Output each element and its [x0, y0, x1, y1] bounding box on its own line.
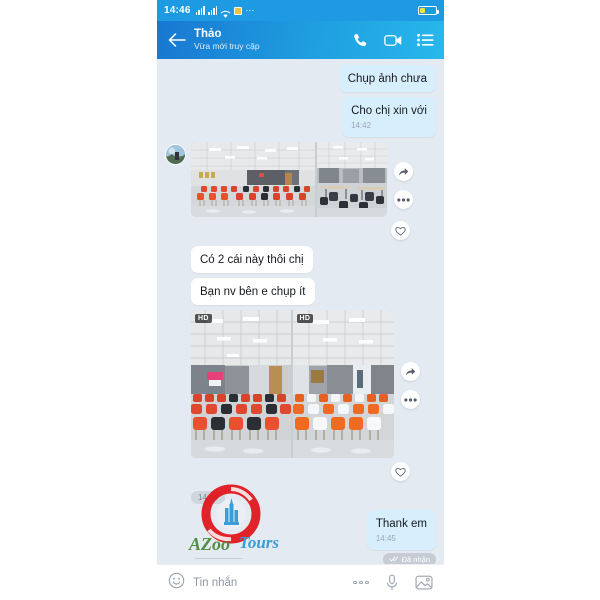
- photo-thumbnail[interactable]: [316, 142, 387, 217]
- status-overflow-dots-icon: ⋯: [245, 5, 255, 15]
- message-receipt-row: Đã nhận: [165, 553, 436, 564]
- photo-thumbnail[interactable]: [191, 142, 315, 217]
- message-input[interactable]: Tin nhắn: [193, 577, 353, 589]
- signal-bars-2-icon: [207, 6, 218, 15]
- photo-grid: [191, 142, 387, 217]
- message-bubble-outgoing[interactable]: Thank em 14:45: [366, 510, 436, 550]
- sim-icon: [234, 6, 243, 15]
- time-pill: 14:44: [191, 491, 226, 504]
- voice-call-icon[interactable]: [352, 31, 371, 50]
- share-icon[interactable]: [400, 362, 420, 381]
- heart-icon[interactable]: [391, 221, 410, 240]
- message-text: Bạn nv bên e chụp ít: [200, 286, 306, 298]
- message-text: Thank em: [375, 518, 427, 530]
- header-actions: [352, 31, 435, 50]
- video-call-icon[interactable]: [384, 31, 403, 50]
- message-text: Có 2 cái này thôi chị: [200, 254, 304, 266]
- status-bar: 14:46 ⋯: [157, 0, 444, 21]
- signal-bars-1-icon: [195, 6, 205, 15]
- photo-side-actions: [400, 310, 420, 409]
- phone-screen: 14:46 ⋯ Thảo Vừa mới truy cập Chụp ảnh c…: [157, 0, 444, 600]
- message-text: Cho chị xin với: [351, 105, 427, 117]
- hd-badge: HD: [296, 314, 314, 323]
- message-bubble-incoming[interactable]: Có 2 cái này thôi chị: [191, 246, 313, 273]
- message-bubble-incoming[interactable]: Bạn nv bên e chụp ít: [191, 278, 315, 305]
- hd-badge: HD: [195, 314, 212, 323]
- message-row: Chụp ảnh chưa: [165, 65, 436, 92]
- message-composer: Tin nhắn: [157, 564, 444, 600]
- message-row: Bạn nv bên e chụp ít: [165, 278, 436, 305]
- composer-actions: [353, 574, 433, 591]
- gallery-image-icon[interactable]: [415, 575, 433, 590]
- battery-icon: [418, 6, 439, 15]
- more-options-icon[interactable]: [393, 190, 413, 209]
- avatar[interactable]: [165, 144, 186, 165]
- message-list[interactable]: Chụp ảnh chưa Cho chị xin với 14:42 Có 2…: [157, 59, 444, 564]
- heart-icon[interactable]: [391, 462, 410, 481]
- message-row: Có 2 cái này thôi chị: [165, 246, 436, 273]
- menu-list-icon[interactable]: [416, 31, 435, 50]
- photo-thumbnail[interactable]: HD: [292, 310, 394, 458]
- photo-attachment-group[interactable]: HD HD: [191, 310, 394, 458]
- photo-reaction-row: [165, 221, 436, 240]
- photo-thumbnail[interactable]: HD: [191, 310, 291, 458]
- emoji-smiley-icon[interactable]: [168, 572, 185, 594]
- message-row: HD HD: [191, 310, 436, 458]
- message-row: [165, 142, 436, 217]
- chat-header: Thảo Vừa mới truy cập: [157, 21, 444, 59]
- message-timestamp: 14:45: [375, 534, 396, 543]
- time-divider: 14:44: [165, 487, 436, 510]
- status-badge-label: Đã nhận: [401, 555, 430, 564]
- back-arrow-icon[interactable]: [166, 29, 188, 51]
- screenshot-root: 14:46 ⋯ Thảo Vừa mới truy cập Chụp ảnh c…: [0, 0, 600, 600]
- photo-side-actions: [393, 142, 413, 209]
- status-badge: Đã nhận: [382, 553, 436, 564]
- photo-grid: HD HD: [191, 310, 394, 458]
- more-options-icon[interactable]: [400, 390, 420, 409]
- status-bar-icons: ⋯: [195, 5, 255, 18]
- chat-title-block[interactable]: Thảo Vừa mới truy cập: [194, 28, 352, 52]
- message-bubble-outgoing[interactable]: Chụp ảnh chưa: [338, 65, 436, 92]
- message-row: Cho chị xin với 14:42: [165, 97, 436, 137]
- wifi-icon: [220, 6, 231, 18]
- message-text: Chụp ảnh chưa: [347, 73, 427, 85]
- status-bar-time: 14:46: [164, 5, 191, 16]
- share-icon[interactable]: [393, 162, 413, 181]
- contact-name: Thảo: [194, 28, 222, 40]
- more-options-icon[interactable]: [353, 580, 369, 585]
- message-timestamp: 14:42: [351, 121, 372, 130]
- photo-attachment-group[interactable]: [191, 142, 387, 217]
- microphone-icon[interactable]: [386, 574, 398, 591]
- contact-status: Vừa mới truy cập: [194, 41, 260, 51]
- double-check-icon: [389, 555, 399, 564]
- photo-reaction-row: [165, 462, 436, 481]
- message-bubble-outgoing[interactable]: Cho chị xin với 14:42: [342, 97, 436, 137]
- message-row: Thank em 14:45: [165, 510, 436, 550]
